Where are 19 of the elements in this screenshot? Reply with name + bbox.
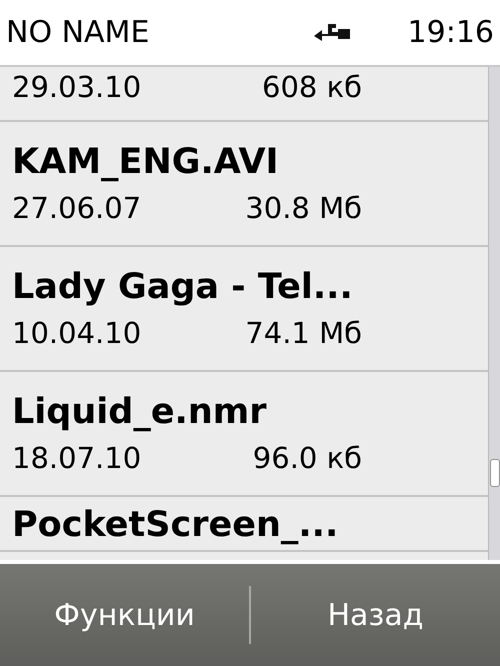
- file-date: 29.03.10: [12, 69, 142, 106]
- clock: 19:16: [408, 14, 494, 52]
- file-size: 74.1 Мб: [244, 314, 362, 352]
- scrollbar[interactable]: [488, 67, 500, 560]
- status-title: NO NAME: [6, 14, 150, 52]
- file-name: Liquid_e.nmr: [12, 390, 268, 434]
- file-name: PocketScreen_...: [12, 504, 340, 547]
- softkey[interactable]: Функции: [54, 592, 195, 638]
- file-size: 96.0 кб: [252, 440, 362, 476]
- file-size: 608 кб: [261, 69, 362, 106]
- file-name: KAM_ENG.AVI: [12, 140, 280, 184]
- file-date: 10.04.10: [12, 314, 142, 352]
- file-date: 18.07.10: [12, 440, 142, 476]
- scrollbar-thumb[interactable]: [490, 459, 500, 487]
- file-size: 30.8 Мб: [244, 190, 362, 226]
- softkey[interactable]: Назад: [327, 592, 424, 638]
- file-row[interactable]: 29.03.10 608 кб: [0, 67, 488, 122]
- file-name: Lady Gaga - Tel...: [12, 266, 354, 308]
- file-date: 27.06.07: [12, 190, 142, 226]
